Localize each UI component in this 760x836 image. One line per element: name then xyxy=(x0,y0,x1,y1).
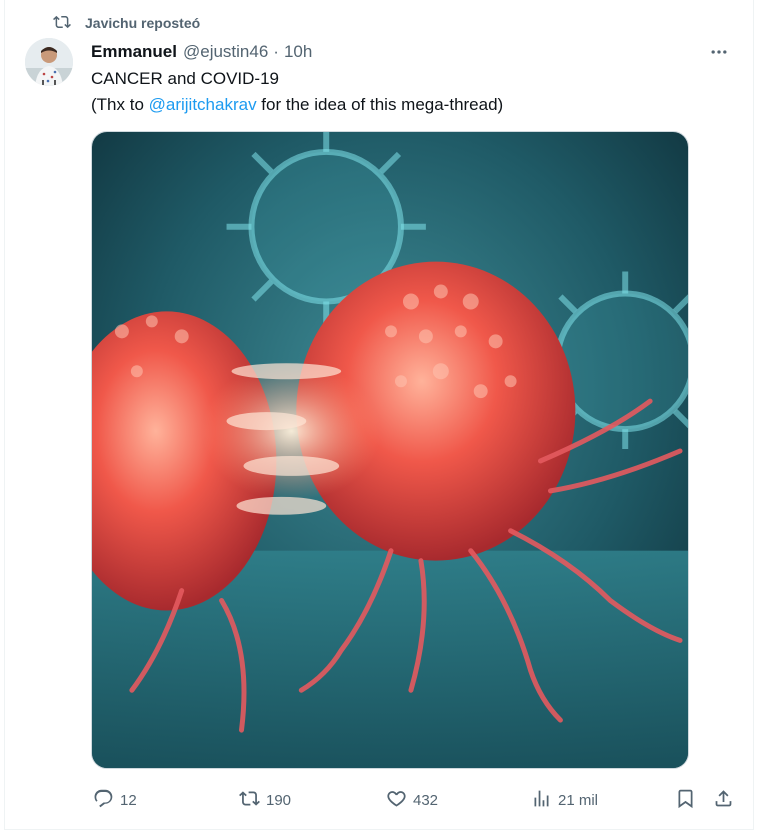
tweet-image[interactable] xyxy=(91,131,689,769)
author-handle[interactable]: @ejustin46 xyxy=(183,42,268,62)
tweet-card[interactable]: Javichu reposteó Emmanuel @ejustin46 · 1… xyxy=(4,0,754,830)
mention-link[interactable]: @arijitchakrav xyxy=(149,95,257,114)
avatar[interactable] xyxy=(25,38,73,86)
share-button[interactable] xyxy=(713,788,734,813)
bookmark-icon xyxy=(675,788,696,813)
views-count: 21 mil xyxy=(558,791,599,809)
like-count: 432 xyxy=(413,791,439,809)
more-icon[interactable] xyxy=(705,40,733,64)
repost-button[interactable]: 190 xyxy=(239,788,291,813)
action-bar: 12 190 432 21 mil xyxy=(91,784,741,816)
reply-count: 12 xyxy=(120,791,137,809)
views-icon xyxy=(531,788,552,813)
tweet-header: Emmanuel @ejustin46 · 10h xyxy=(91,40,733,64)
repost-context[interactable]: Javichu reposteó xyxy=(53,12,200,34)
tweet-line-1: CANCER and COVID-19 xyxy=(91,69,280,88)
repost-icon xyxy=(239,788,260,813)
reply-button[interactable]: 12 xyxy=(93,788,137,813)
tweet-line-2: (Thx to @arijitchakrav for the idea of t… xyxy=(91,92,731,118)
heart-icon xyxy=(386,788,407,813)
tweet-line-2-suffix: for the idea of this mega-thread) xyxy=(256,95,504,114)
cancer-cell-illustration xyxy=(92,132,688,768)
author-name[interactable]: Emmanuel xyxy=(91,42,177,62)
share-icon xyxy=(713,788,734,813)
separator: · xyxy=(273,42,279,61)
reply-icon xyxy=(93,788,114,813)
repost-icon xyxy=(53,13,71,34)
bookmark-button[interactable] xyxy=(675,788,696,813)
tweet-text: CANCER and COVID-19 (Thx to @arijitchakr… xyxy=(91,66,731,118)
repost-count: 190 xyxy=(266,791,292,809)
repost-label: Javichu reposteó xyxy=(85,15,201,31)
like-button[interactable]: 432 xyxy=(386,788,438,813)
views-button[interactable]: 21 mil xyxy=(531,788,598,813)
timestamp[interactable]: 10h xyxy=(284,42,312,62)
tweet-line-2-prefix: (Thx to xyxy=(91,95,149,114)
